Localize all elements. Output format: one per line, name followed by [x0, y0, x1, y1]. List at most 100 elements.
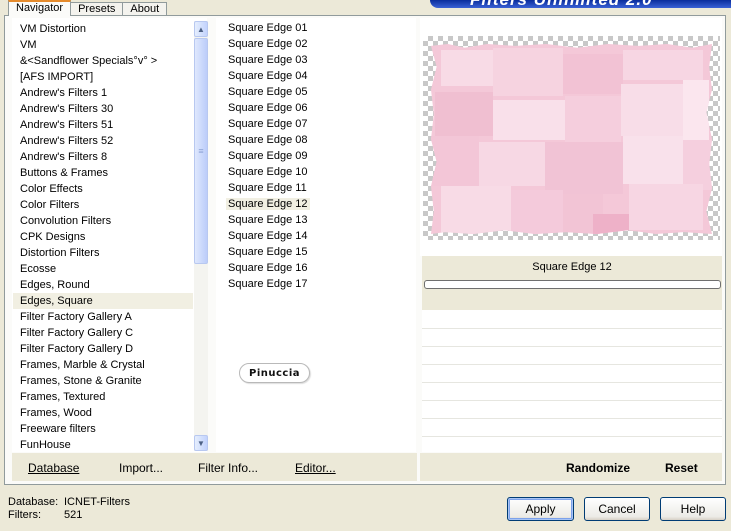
preview-image[interactable]	[423, 36, 720, 240]
filter-item[interactable]: Square Edge 17	[216, 276, 416, 292]
apply-button[interactable]: Apply	[507, 497, 574, 521]
randomize-button[interactable]: Randomize	[566, 461, 630, 475]
filter-item[interactable]: Square Edge 11	[216, 180, 416, 196]
tab-about[interactable]: About	[122, 2, 168, 16]
parameter-row-divider	[422, 328, 722, 329]
category-item[interactable]: VM Distortion	[13, 21, 193, 37]
category-item[interactable]: Buttons & Frames	[13, 165, 193, 181]
filter-item[interactable]: Square Edge 08	[216, 132, 416, 148]
filter-item[interactable]: Square Edge 05	[216, 84, 416, 100]
tab-strip: Navigator Presets About	[8, 0, 168, 16]
category-item[interactable]: Color Filters	[13, 197, 193, 213]
cancel-button[interactable]: Cancel	[584, 497, 650, 521]
category-item[interactable]: Frames, Wood	[13, 405, 193, 421]
filter-item[interactable]: Square Edge 02	[216, 36, 416, 52]
category-item[interactable]: FunHouse	[13, 437, 193, 453]
product-banner: Filters Unlimited 2.0	[430, 0, 731, 8]
filter-item-label: Square Edge 14	[228, 230, 308, 242]
filter-item[interactable]: Square Edge 07	[216, 116, 416, 132]
filter-item[interactable]: Square Edge 03	[216, 52, 416, 68]
tab-presets[interactable]: Presets	[70, 2, 124, 16]
category-item[interactable]: Frames, Textured	[13, 389, 193, 405]
category-item[interactable]: Color Effects	[13, 181, 193, 197]
filter-item-label: Square Edge 15	[228, 246, 308, 258]
scroll-up-button[interactable]: ▲	[194, 21, 208, 37]
filter-item[interactable]: Square Edge 10	[216, 164, 416, 180]
filter-items: Square Edge 01 Square Edge 02 Square Edge …	[216, 20, 416, 292]
filter-item-label: Square Edge 02	[228, 38, 308, 50]
category-item[interactable]: Andrew's Filters 51	[13, 117, 193, 133]
category-item[interactable]: Ecosse	[13, 261, 193, 277]
category-item[interactable]: Andrew's Filters 52	[13, 133, 193, 149]
category-item[interactable]: Frames, Stone & Granite	[13, 373, 193, 389]
category-item[interactable]: Frames, Marble & Crystal	[13, 357, 193, 373]
tab-navigator[interactable]: Navigator	[8, 0, 72, 16]
preview-info: Square Edge 12	[422, 256, 722, 310]
category-item[interactable]: Andrew's Filters 30	[13, 101, 193, 117]
filter-item-label: Square Edge 13	[228, 214, 308, 226]
filter-item[interactable]: Square Edge 15	[216, 244, 416, 260]
progress-bar	[424, 280, 721, 289]
filter-item-label: Square Edge 17	[228, 278, 308, 290]
database-button[interactable]: Database	[28, 461, 79, 475]
category-item[interactable]: &<Sandflower Specials°v° >	[13, 53, 193, 69]
parameter-row-divider	[422, 436, 722, 437]
category-item[interactable]: Filter Factory Gallery A	[13, 309, 193, 325]
status-info: Database: ICNET-Filters Filters: 521	[8, 496, 130, 522]
database-key: Database:	[8, 496, 59, 508]
import-label: Import...	[119, 461, 164, 475]
parameter-row-divider	[422, 400, 722, 401]
filter-item-label: Square Edge 08	[228, 134, 308, 146]
chevron-down-icon: ▼	[197, 438, 205, 448]
filter-item-label: Square Edge 09	[228, 150, 308, 162]
watermark-logo: Pinuccia	[239, 363, 310, 383]
editor-button[interactable]: Editor...	[295, 461, 336, 475]
category-scrollbar[interactable]: ▲ ≡ ▼	[194, 21, 208, 451]
parameter-row-divider	[422, 382, 722, 383]
help-button[interactable]: Help	[660, 497, 726, 521]
filter-item-label: Square Edge 16	[228, 262, 308, 274]
category-item[interactable]: Andrew's Filters 8	[13, 149, 193, 165]
selected-filter-name: Square Edge 12	[532, 261, 612, 273]
category-item[interactable]: Convolution Filters	[13, 213, 193, 229]
filter-item[interactable]: Square Edge 12	[216, 196, 416, 212]
filter-item-label: Square Edge 12	[226, 198, 310, 210]
scroll-thumb[interactable]: ≡	[194, 38, 208, 264]
filter-item[interactable]: Square Edge 01	[216, 20, 416, 36]
preview-picture	[431, 44, 712, 234]
category-item[interactable]: Distortion Filters	[13, 245, 193, 261]
filter-item-label: Square Edge 01	[228, 22, 308, 34]
category-item[interactable]: Filter Factory Gallery C	[13, 325, 193, 341]
filter-info-button[interactable]: Filter Info...	[198, 461, 258, 475]
banner-text: Filters Unlimited 2.0	[470, 0, 653, 8]
import-button[interactable]: Import...	[119, 461, 163, 475]
filter-item[interactable]: Square Edge 04	[216, 68, 416, 84]
parameter-area	[422, 310, 722, 452]
reset-button[interactable]: Reset	[665, 461, 698, 475]
left-toolbar: Database Import... Filter Info... Editor…	[12, 453, 417, 481]
grip-icon: ≡	[198, 146, 204, 156]
filter-item-label: Square Edge 06	[228, 102, 308, 114]
filter-item[interactable]: Square Edge 16	[216, 260, 416, 276]
category-item[interactable]: CPK Designs	[13, 229, 193, 245]
watermark-text: Pinuccia	[248, 367, 301, 379]
category-item[interactable]: Andrew's Filters 1	[13, 85, 193, 101]
parameter-row-divider	[422, 418, 722, 419]
filter-item[interactable]: Square Edge 09	[216, 148, 416, 164]
category-item[interactable]: Edges, Round	[13, 277, 193, 293]
category-item[interactable]: Freeware filters	[13, 421, 193, 437]
filter-list[interactable]: Square Edge 01 Square Edge 02 Square Edge …	[216, 18, 416, 452]
database-value: ICNET-Filters	[64, 496, 130, 508]
filter-item[interactable]: Square Edge 13	[216, 212, 416, 228]
filter-info-label: Filter Info...	[198, 461, 259, 475]
filter-item[interactable]: Square Edge 14	[216, 228, 416, 244]
category-item[interactable]: VM	[13, 37, 193, 53]
category-item[interactable]: Filter Factory Gallery D	[13, 341, 193, 357]
category-list[interactable]: VM Distortion VM &<Sandflower Specials°v° …	[12, 18, 208, 453]
category-item[interactable]: Edges, Square	[13, 293, 193, 309]
category-items: VM Distortion VM &<Sandflower Specials°v° …	[13, 21, 193, 453]
scroll-down-button[interactable]: ▼	[194, 435, 208, 451]
category-item[interactable]: [AFS IMPORT]	[13, 69, 193, 85]
filter-item[interactable]: Square Edge 06	[216, 100, 416, 116]
filter-item-label: Square Edge 07	[228, 118, 308, 130]
